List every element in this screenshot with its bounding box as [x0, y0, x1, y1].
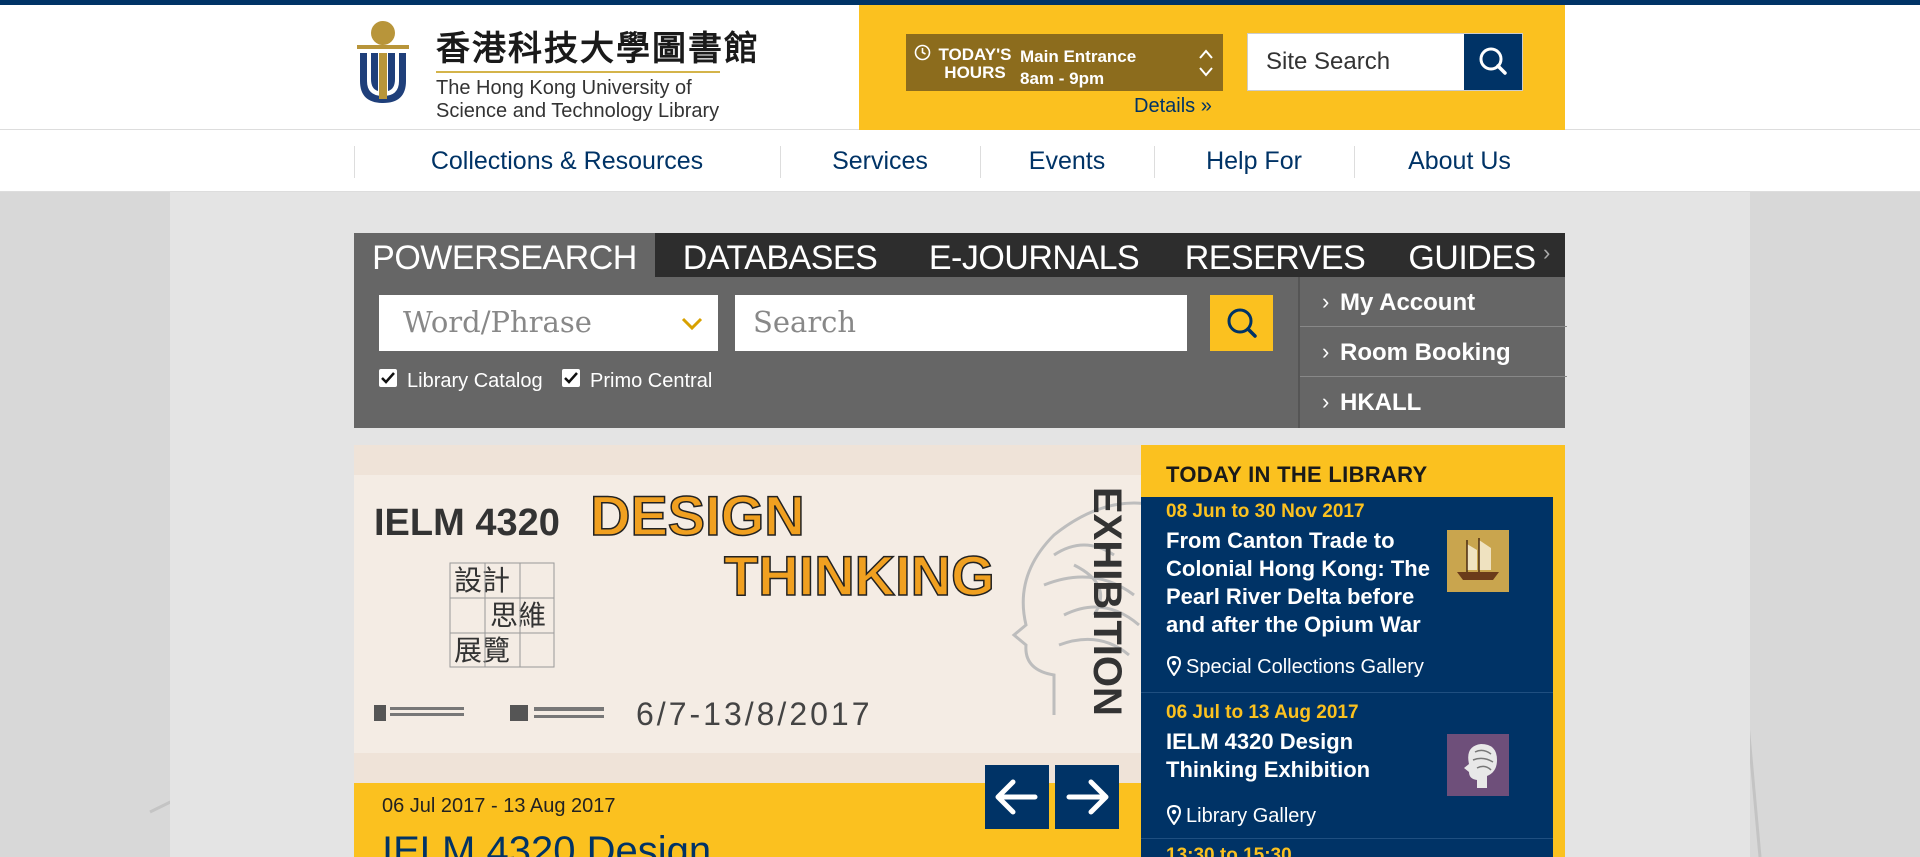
chevron-right-icon: ›	[1322, 289, 1330, 314]
logo-english-name: The Hong Kong University of Science and …	[436, 77, 720, 122]
poster-dates-text: 6/7-13/8/2017	[636, 696, 873, 732]
arrow-left-icon	[995, 779, 1038, 815]
clock-icon	[914, 44, 931, 61]
hours-details-link[interactable]: Details »	[1134, 95, 1212, 118]
logo-chinese-name: 香港科技大學圖書館	[436, 29, 760, 69]
header-utility-box: TODAY'S HOURS Main Entrance 8am - 9pm De…	[859, 5, 1565, 130]
my-account-link[interactable]: › My Account	[1300, 277, 1567, 327]
search-tabs: ‹ POWERSEARCH DATABASES E-JOURNALS RESER…	[354, 233, 1565, 277]
chevron-right-icon: ›	[1322, 389, 1330, 414]
checkbox-label: Library Catalog	[407, 370, 543, 392]
event-item[interactable]: 08 Jun to 30 Nov 2017 From Canton Trade …	[1141, 497, 1553, 693]
poster-course-text: IELM 4320	[374, 502, 560, 544]
event-location: Library Gallery	[1166, 805, 1316, 828]
checkbox-checked-icon	[562, 369, 580, 387]
poster-exhibition-text: EXHIBITION	[1085, 487, 1129, 716]
powersearch-submit-button[interactable]	[1210, 295, 1273, 351]
event-date: 08 Jun to 30 Nov 2017	[1166, 501, 1365, 522]
checkbox-checked-icon	[379, 369, 397, 387]
slide-prev-button[interactable]	[985, 765, 1049, 829]
up-down-chevron-icon[interactable]	[1197, 46, 1215, 80]
tab-powersearch[interactable]: POWERSEARCH	[354, 233, 655, 277]
event-title[interactable]: From Canton Trade to Colonial Hong Kong:…	[1166, 527, 1446, 639]
logo-divider	[436, 71, 720, 73]
hkust-emblem-icon	[357, 21, 409, 103]
poster-artwork: IELM 4320 DESIGN THINKING EXHIBITION 設計 …	[354, 445, 1142, 783]
site-header: 香港科技大學圖書館 The Hong Kong University of Sc…	[0, 5, 1920, 130]
today-in-the-library: TODAY IN THE LIBRARY 08 Jun to 30 Nov 20…	[1141, 445, 1565, 857]
poster-cn-line1: 設計	[454, 564, 510, 597]
nav-item-collections[interactable]: Collections & Resources	[354, 147, 780, 175]
search-mode-value: Word/Phrase	[403, 305, 592, 339]
hkall-link[interactable]: › HKALL	[1300, 377, 1567, 427]
exhibition-poster: IELM 4320 DESIGN THINKING EXHIBITION 設計 …	[354, 445, 1142, 783]
slide-date: 06 Jul 2017 - 13 Aug 2017	[382, 795, 616, 817]
search-icon	[1227, 308, 1257, 338]
hours-location: Main Entrance 8am - 9pm	[1020, 47, 1137, 88]
chevron-right-icon: ›	[1322, 339, 1330, 364]
checkbox-label: Primo Central	[590, 370, 713, 392]
powersearch-widget: ‹ POWERSEARCH DATABASES E-JOURNALS RESER…	[354, 233, 1567, 428]
site-search-button[interactable]	[1464, 34, 1522, 90]
slide-title[interactable]: IELM 4320 Design	[382, 829, 711, 857]
ship-icon	[1447, 530, 1509, 592]
tab-databases[interactable]: DATABASES	[655, 233, 905, 277]
poster-design-text: DESIGN	[590, 484, 805, 547]
today-heading: TODAY IN THE LIBRARY	[1141, 445, 1565, 497]
tab-e-journals[interactable]: E-JOURNALS	[905, 233, 1163, 277]
event-item[interactable]: 06 Jul to 13 Aug 2017 IELM 4320 Design T…	[1141, 693, 1553, 839]
poster-cn-line3: 展覽	[454, 634, 510, 667]
today-scrollbar[interactable]	[1553, 497, 1565, 857]
event-location: Special Collections Gallery	[1166, 656, 1424, 679]
event-item[interactable]: 13:30 to 15:30	[1141, 839, 1553, 857]
todays-hours-widget[interactable]: TODAY'S HOURS Main Entrance 8am - 9pm	[906, 34, 1223, 91]
nav-item-about-us[interactable]: About Us	[1354, 147, 1565, 175]
event-date: 13:30 to 15:30	[1166, 845, 1292, 857]
search-mode-select[interactable]: Word/Phrase	[379, 295, 718, 351]
tabs-next-icon[interactable]: ›	[1543, 242, 1557, 264]
site-search-input[interactable]	[1248, 34, 1466, 90]
main-navigation: Collections & Resources Services Events …	[0, 131, 1920, 192]
nav-item-events[interactable]: Events	[980, 147, 1154, 175]
hours-label: TODAY'S HOURS	[938, 45, 1012, 82]
poster-cn-line2: 思維	[490, 599, 546, 632]
poster-thinking-text: THINKING	[724, 544, 995, 607]
brain-icon	[1447, 734, 1509, 796]
map-pin-icon	[1166, 656, 1182, 676]
featured-slide[interactable]: IELM 4320 DESIGN THINKING EXHIBITION 設計 …	[354, 445, 1142, 857]
site-search-form	[1247, 33, 1523, 91]
powersearch-placeholder: Search	[753, 305, 857, 339]
tab-guides[interactable]: GUIDES	[1387, 233, 1557, 277]
event-date: 06 Jul to 13 Aug 2017	[1166, 702, 1359, 723]
arrow-right-icon	[1066, 779, 1109, 815]
nav-item-services[interactable]: Services	[780, 147, 980, 175]
event-title[interactable]: IELM 4320 Design Thinking Exhibition	[1166, 728, 1446, 784]
library-logo[interactable]: 香港科技大學圖書館 The Hong Kong University of Sc…	[354, 19, 758, 122]
quick-links: › My Account › Room Booking › HKALL	[1298, 277, 1567, 428]
powersearch-input[interactable]: Search	[735, 295, 1187, 351]
tab-reserves[interactable]: RESERVES	[1163, 233, 1387, 277]
map-pin-icon	[1166, 805, 1182, 825]
search-icon	[1479, 47, 1507, 75]
nav-item-help-for[interactable]: Help For	[1154, 147, 1354, 175]
chevron-down-icon	[681, 317, 703, 331]
room-booking-link[interactable]: › Room Booking	[1300, 327, 1567, 377]
slide-next-button[interactable]	[1055, 765, 1119, 829]
